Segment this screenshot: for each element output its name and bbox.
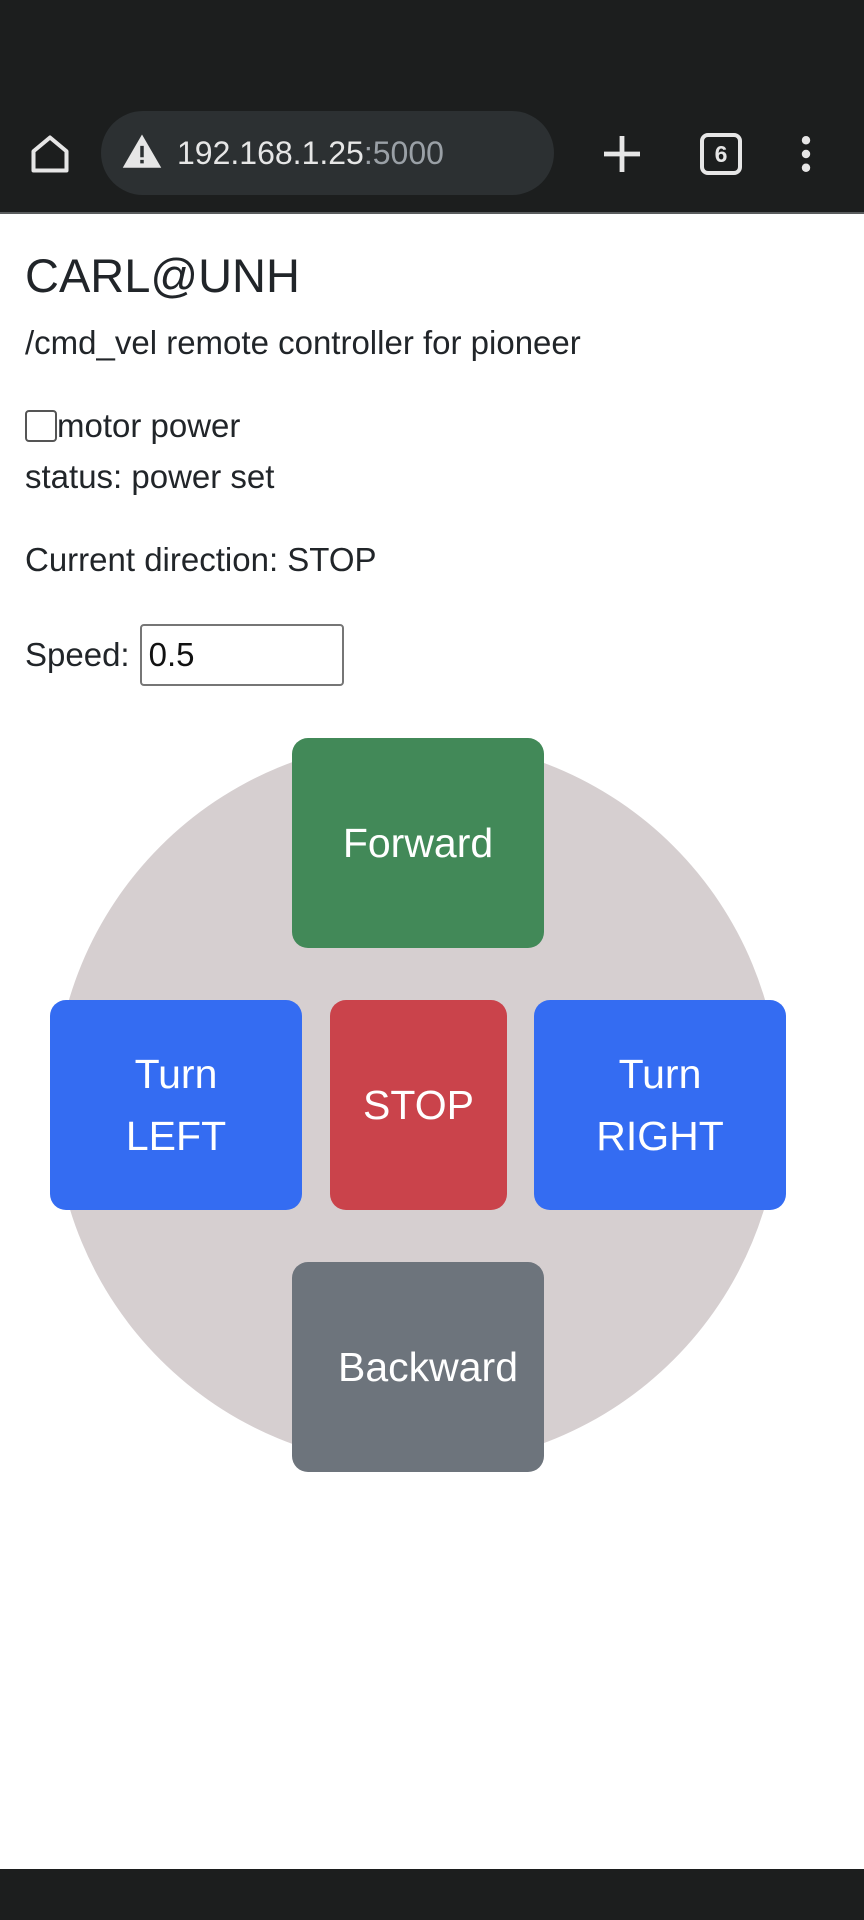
stop-button[interactable]: STOP bbox=[330, 1000, 507, 1210]
stop-label: STOP bbox=[363, 1082, 474, 1128]
url-port: :5000 bbox=[363, 135, 444, 171]
motor-power-checkbox[interactable] bbox=[25, 410, 57, 442]
backward-label: Backward bbox=[337, 1344, 518, 1390]
system-status-bar bbox=[0, 0, 864, 100]
turn-right-label: Turn RIGHT bbox=[596, 1043, 724, 1167]
turn-right-button[interactable]: Turn RIGHT bbox=[534, 1000, 786, 1210]
home-icon bbox=[31, 135, 69, 173]
warning-icon[interactable] bbox=[121, 131, 163, 173]
turn-right-line1: Turn bbox=[618, 1051, 702, 1097]
turn-left-button[interactable]: Turn LEFT bbox=[50, 1000, 302, 1210]
motor-power-label[interactable]: motor power bbox=[57, 407, 240, 445]
system-navigation-bar bbox=[0, 1869, 864, 1920]
tab-switcher-button[interactable]: 6 bbox=[700, 133, 742, 175]
status-text: status: power set bbox=[25, 458, 275, 495]
url-host: 192.168.1.25 bbox=[177, 135, 364, 171]
turn-left-line1: Turn bbox=[134, 1051, 218, 1097]
current-direction: Current direction: STOP bbox=[25, 541, 377, 578]
tab-count: 6 bbox=[714, 141, 728, 167]
forward-button[interactable]: Forward bbox=[292, 738, 544, 948]
browser-toolbar: 192.168.1.25:5000 6 bbox=[0, 100, 864, 212]
page-title: CARL@UNH bbox=[25, 249, 300, 302]
turn-left-label: Turn LEFT bbox=[126, 1043, 226, 1167]
url-text[interactable]: 192.168.1.25:5000 bbox=[177, 111, 444, 195]
web-page: CARL@UNH /cmd_vel remote controller for … bbox=[0, 212, 864, 1869]
home-button[interactable] bbox=[26, 130, 74, 178]
speed-label: Speed: bbox=[25, 636, 130, 673]
turn-right-line2: RIGHT bbox=[596, 1113, 724, 1159]
address-bar[interactable]: 192.168.1.25:5000 bbox=[101, 111, 554, 195]
turn-left-line2: LEFT bbox=[125, 1113, 227, 1159]
speed-row: Speed: bbox=[25, 623, 344, 687]
plus-icon[interactable] bbox=[598, 130, 646, 178]
motor-power-row: motor power bbox=[25, 406, 240, 446]
forward-label: Forward bbox=[342, 820, 494, 866]
speed-input[interactable] bbox=[139, 624, 344, 686]
page-subtitle: /cmd_vel remote controller for pioneer bbox=[25, 324, 581, 361]
backward-button[interactable]: Backward bbox=[292, 1262, 544, 1472]
more-vert-icon[interactable] bbox=[784, 130, 828, 178]
